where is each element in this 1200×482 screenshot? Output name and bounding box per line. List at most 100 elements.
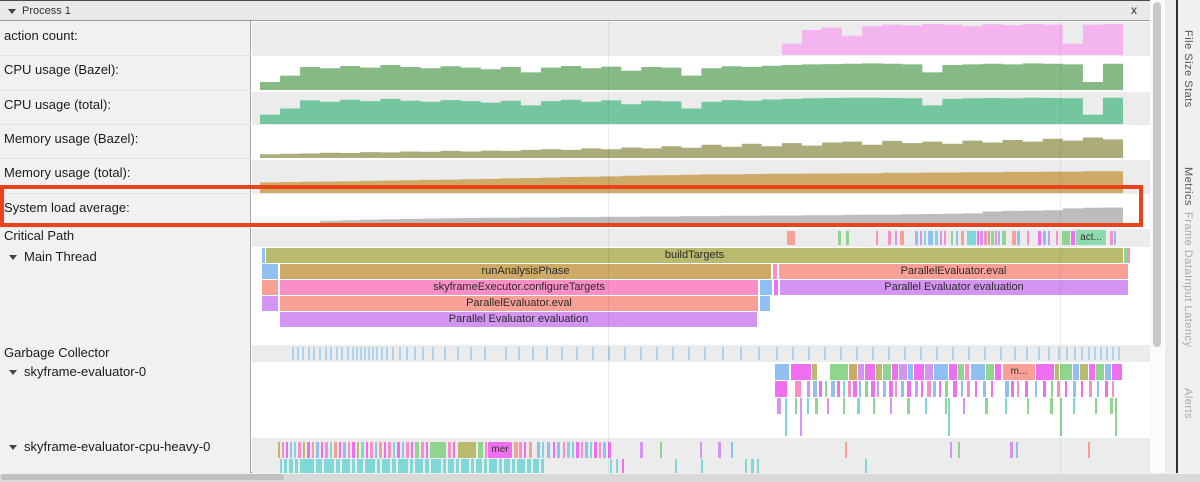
gc-event-tick[interactable] (1000, 347, 1002, 360)
cpu-total-chart[interactable] (260, 93, 1123, 124)
trace-slice[interactable] (915, 381, 918, 397)
track-mem-bazel[interactable] (252, 126, 1150, 159)
gc-event-tick[interactable] (364, 347, 366, 360)
trace-slice[interactable] (262, 264, 278, 279)
trace-slice[interactable] (524, 442, 526, 458)
trace-slice[interactable] (262, 248, 265, 263)
trace-slice[interactable] (757, 459, 759, 473)
trace-slice[interactable] (343, 442, 346, 458)
trace-slice[interactable] (388, 442, 391, 458)
trace-slice[interactable] (977, 231, 979, 245)
trace-slice[interactable] (289, 459, 293, 473)
gc-event-tick[interactable] (319, 347, 321, 360)
trace-slice[interactable] (610, 459, 612, 473)
trace-slice[interactable] (773, 264, 777, 279)
gc-event-tick[interactable] (347, 347, 349, 360)
collapse-arrow-icon[interactable] (9, 445, 17, 450)
gc-event-tick[interactable] (422, 347, 424, 360)
trace-slice[interactable] (533, 459, 539, 473)
trace-slice[interactable] (928, 231, 933, 245)
tab-alerts[interactable]: Alerts (1182, 388, 1194, 419)
trace-slice[interactable] (1095, 398, 1097, 414)
trace-slice[interactable] (1016, 442, 1018, 458)
trace-slice[interactable] (581, 442, 583, 458)
trace-slice[interactable] (415, 459, 423, 473)
trace-slice[interactable] (321, 442, 323, 458)
gc-event-tick[interactable] (952, 347, 954, 360)
gc-event-tick[interactable] (624, 347, 626, 360)
trace-slice[interactable] (1073, 398, 1075, 414)
trace-slice[interactable] (1036, 364, 1054, 380)
trace-slice[interactable] (517, 459, 525, 473)
trace-slice[interactable] (813, 381, 817, 397)
gc-event-tick[interactable] (688, 347, 690, 360)
trace-slice[interactable] (812, 364, 817, 380)
trace-slice[interactable] (298, 442, 301, 458)
gc-event-tick[interactable] (546, 347, 548, 360)
gc-event-tick[interactable] (406, 347, 408, 360)
trace-slice[interactable] (430, 442, 446, 458)
trace-slice[interactable] (431, 459, 441, 473)
trace-slice[interactable] (980, 231, 983, 245)
gc-event-tick[interactable] (505, 347, 507, 360)
gc-event-tick[interactable] (399, 347, 401, 360)
trace-slice[interactable] (527, 459, 531, 473)
trace-slice[interactable] (1073, 381, 1076, 397)
trace-slice[interactable] (294, 442, 296, 458)
trace-slice[interactable] (958, 364, 964, 380)
trace-slice[interactable] (421, 442, 424, 458)
trace-slice[interactable] (939, 381, 941, 397)
trace-slice[interactable] (1051, 381, 1053, 397)
trace-slice[interactable] (282, 442, 284, 458)
gc-event-tick[interactable] (330, 347, 332, 360)
trace-slice[interactable] (1012, 231, 1016, 245)
trace-slice[interactable] (348, 442, 350, 458)
gc-event-tick[interactable] (325, 347, 327, 360)
trace-slice[interactable] (1056, 231, 1058, 245)
trace-slice[interactable] (461, 459, 469, 473)
gc-event-tick[interactable] (376, 347, 378, 360)
trace-slice[interactable] (921, 381, 923, 397)
trace-slice[interactable] (290, 442, 292, 458)
trace-slice[interactable] (961, 381, 963, 397)
trace-slice[interactable] (889, 381, 893, 397)
trace-slice[interactable] (537, 442, 540, 458)
trace-slice-parallel-evaluator-evaluation[interactable]: Parallel Evaluator evaluation (780, 280, 1128, 295)
trace-slice[interactable] (958, 442, 960, 458)
trace-slice[interactable] (478, 442, 483, 458)
trace-slice[interactable] (366, 442, 368, 458)
trace-slice[interactable] (883, 381, 886, 397)
trace-slice[interactable] (945, 381, 948, 397)
trace-slice[interactable] (927, 381, 931, 397)
gc-event-tick[interactable] (1048, 347, 1050, 360)
gc-event-tick[interactable] (360, 347, 362, 360)
trace-slice[interactable] (1105, 364, 1111, 380)
gc-event-tick[interactable] (484, 347, 486, 360)
trace-slice[interactable] (865, 459, 867, 473)
gc-event-tick[interactable] (904, 347, 906, 360)
gc-event-tick[interactable] (856, 347, 858, 360)
trace-slice-parallelevaluator-eval[interactable]: ParallelEvaluator.eval (280, 296, 758, 311)
trace-slice[interactable] (415, 442, 419, 458)
trace-slice[interactable] (967, 231, 976, 245)
trace-slice[interactable] (402, 442, 404, 458)
trace-slice[interactable] (443, 459, 446, 473)
trace-slice[interactable] (907, 381, 911, 397)
trace-slice[interactable] (1065, 381, 1067, 397)
trace-slice[interactable] (731, 442, 733, 458)
trace-slice[interactable] (831, 381, 835, 397)
label-main-thread[interactable]: Main Thread (0, 243, 251, 263)
trace-slice[interactable] (1005, 398, 1007, 414)
trace-slice[interactable] (471, 459, 474, 473)
trace-slice[interactable] (888, 231, 891, 245)
trace-slice[interactable] (307, 442, 310, 458)
label-skyframe-evaluator-0[interactable]: skyframe-evaluator-0 (0, 358, 251, 378)
trace-slice[interactable] (456, 459, 459, 473)
gc-event-tick[interactable] (1100, 347, 1102, 360)
trace-slice[interactable] (819, 381, 822, 397)
gc-event-tick[interactable] (656, 347, 658, 360)
trace-slice[interactable] (925, 364, 933, 380)
trace-slice[interactable] (397, 442, 400, 458)
track-skyframe-evaluator-0[interactable]: m... (252, 363, 1150, 438)
trace-slice-skyframeexecutor-configuretargets[interactable]: skyframeExecutor.configureTargets (280, 280, 758, 295)
